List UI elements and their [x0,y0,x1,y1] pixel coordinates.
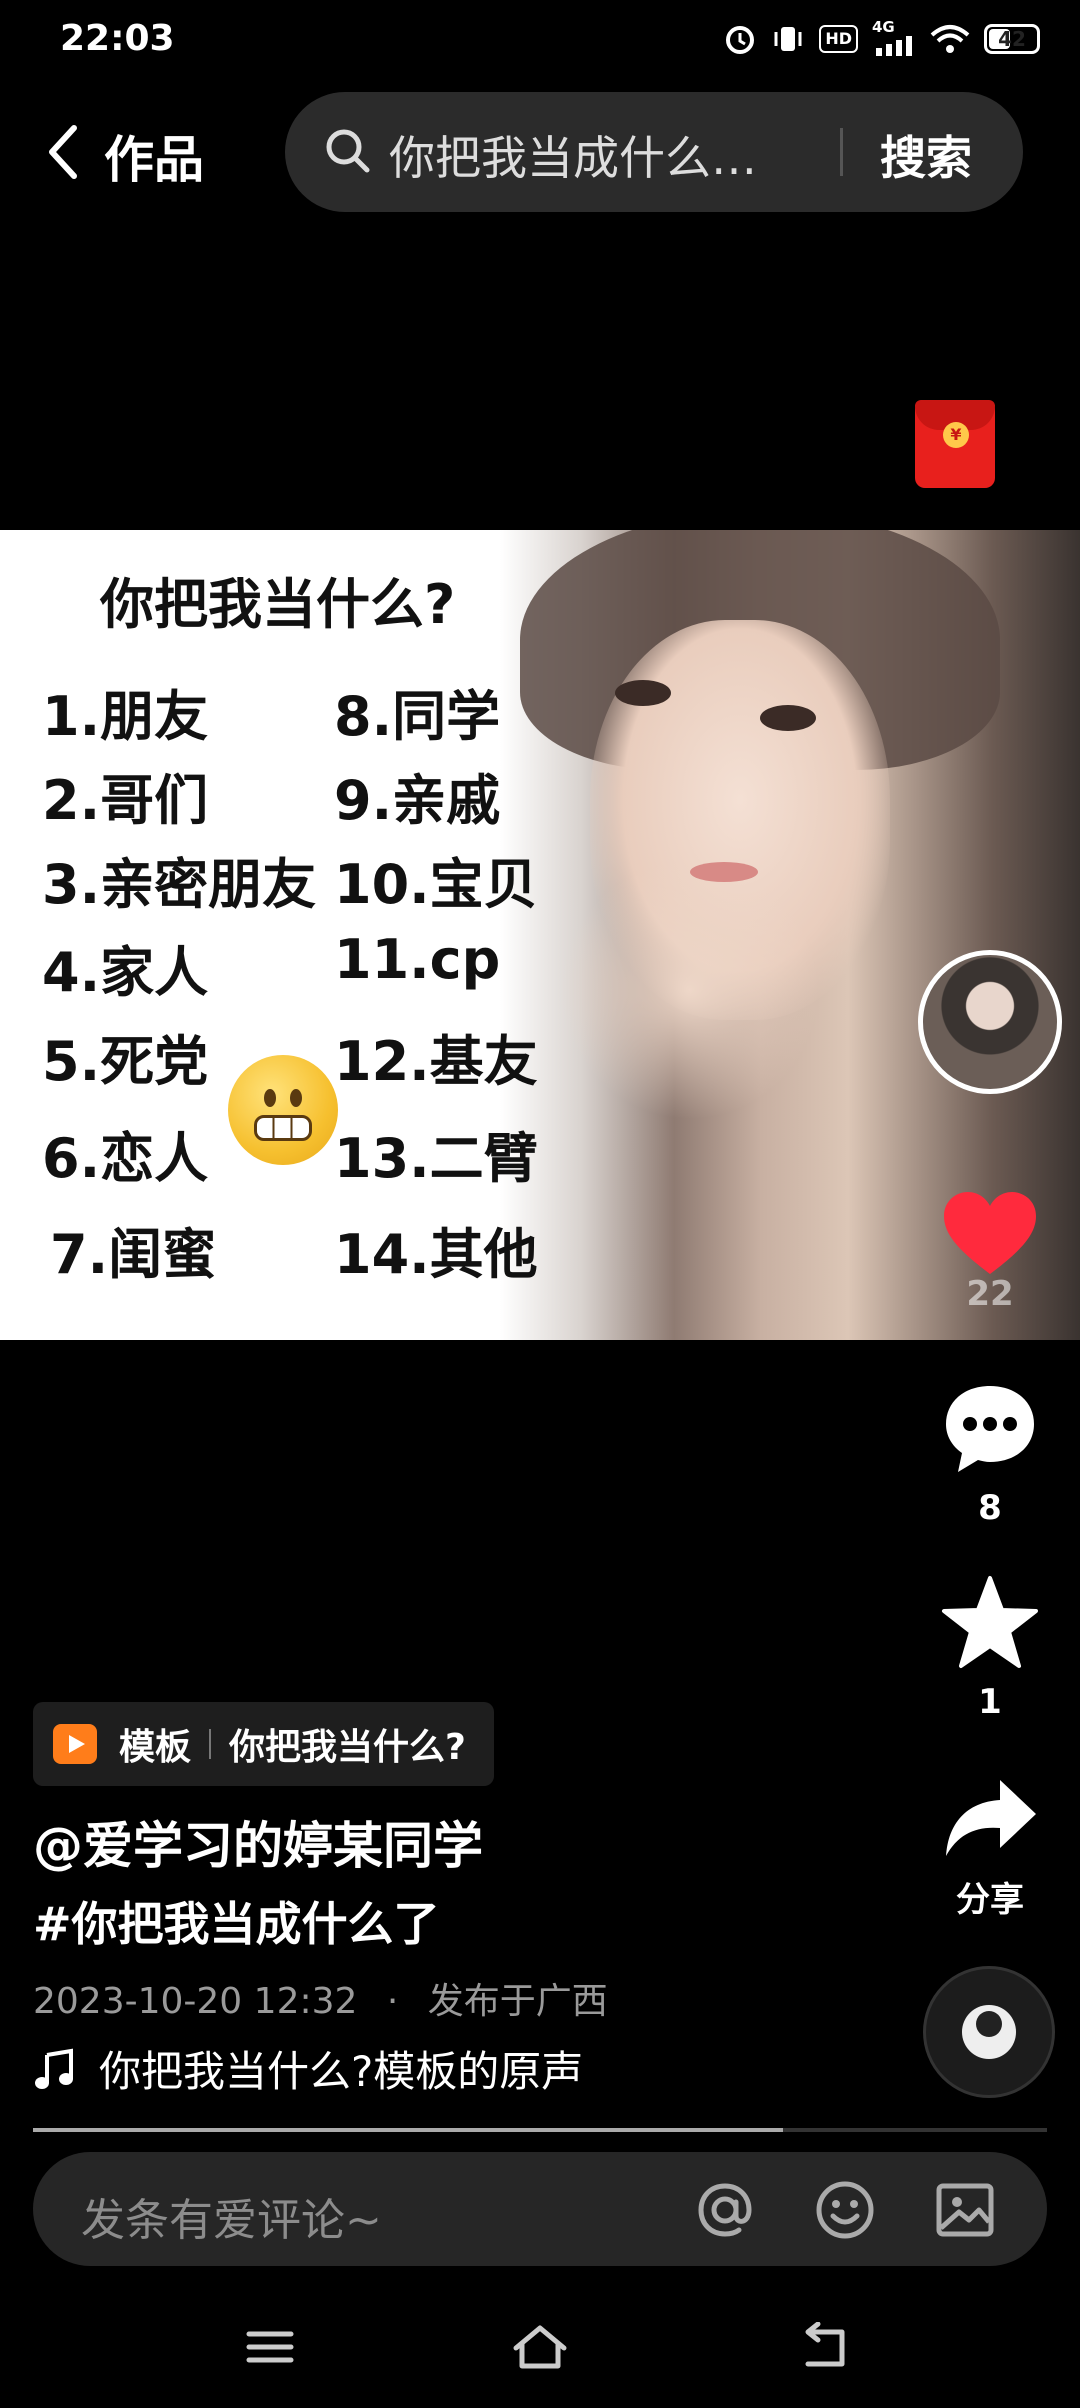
template-tag[interactable]: 模板 你把我当什么? [33,1702,494,1786]
heart-icon [944,1192,1036,1274]
video-player[interactable]: 你把我当什么? 1.朋友 2.哥们 3.亲密朋友 4.家人 5.死党 6.恋人 … [0,530,1080,1340]
search-icon [326,129,370,173]
favorite-count: 1 [978,1682,1002,1722]
status-time: 22:03 [60,18,175,59]
list-item: 3.亲密朋友 [42,853,317,916]
list-item: 7.闺蜜 [50,1223,217,1286]
list-item: 14.其他 [334,1223,538,1286]
photo-hand [560,860,820,1120]
playback-progress-fill [33,2128,784,2132]
status-icons: HD 4G 42 [723,18,1040,56]
comment-button[interactable]: 8 [920,1380,1060,1528]
page-title: 作品 [104,131,204,189]
comment-bar: 发条有爱评论~ [33,2152,1047,2266]
battery-icon: 42 [984,24,1040,54]
wifi-icon [930,25,970,53]
post-location: 发布于广西 [427,1981,608,2022]
playback-progress[interactable] [33,2128,1047,2132]
music-disc[interactable] [923,1966,1055,2098]
like-count: 22 [966,1274,1014,1314]
template-separator [209,1729,212,1759]
list-item: 12.基友 [334,1030,538,1093]
list-item: 11.cp [334,928,501,991]
system-nav-bar [0,2300,1080,2408]
search-bar[interactable]: 你把我当成什么… 搜索 [285,92,1023,212]
emoji-icon[interactable] [813,2178,877,2242]
meta-dot: · [386,1981,399,2022]
comment-bubble-icon [946,1386,1034,1472]
music-title: 你把我当什么?模板的原声 [99,2047,584,2096]
share-arrow-icon [946,1780,1036,1856]
header: 作品 你把我当成什么… 搜索 [0,92,1080,212]
red-packet-icon[interactable]: ¥ [915,400,995,488]
star-icon [942,1576,1038,1668]
list-item: 10.宝贝 [334,853,538,916]
author-avatar[interactable] [918,950,1062,1094]
list-item: 2.哥们 [42,769,209,832]
status-bar: 22:03 HD 4G 42 [0,0,1080,80]
favorite-button[interactable]: 1 [920,1574,1060,1722]
music-disc-cover [962,2005,1016,2059]
image-icon[interactable] [933,2178,997,2242]
hd-icon: HD [819,25,858,53]
list-item: 5.死党 [42,1030,209,1093]
network-type: 4G [872,18,895,36]
menu-icon[interactable] [245,2322,295,2372]
vibrate-icon [774,27,802,51]
hashtag[interactable]: #你把我当成什么了 [33,1888,440,1954]
photo-eye-right [760,705,816,731]
mention-icon[interactable] [693,2178,757,2242]
comment-input[interactable]: 发条有爱评论~ [81,2184,382,2248]
search-divider [840,128,843,176]
hd-badge-text: HD [825,29,852,48]
list-item: 4.家人 [42,941,209,1004]
comment-count: 8 [978,1488,1002,1528]
back-arrow-icon[interactable] [40,122,88,182]
video-overlay-title: 你把我当什么? [100,573,456,636]
list-item: 1.朋友 [42,685,209,748]
like-button[interactable]: 22 [920,1188,1060,1314]
music-note-icon [35,2048,73,2089]
post-date: 2023-10-20 12:32 [33,1981,358,2022]
signal-icon: 4G [872,18,916,56]
author-name[interactable]: @爱学习的婷某同学 [33,1806,483,1878]
music-info[interactable]: 你把我当什么?模板的原声 [33,2038,583,2099]
template-label: 模板 [119,1727,192,1768]
template-icon [53,1724,97,1764]
list-item: 8.同学 [334,685,501,748]
search-button[interactable]: 搜索 [880,122,972,188]
list-item: 13.二臂 [334,1127,538,1190]
battery-level: 42 [998,27,1026,51]
photo-lips [690,862,758,882]
alarm-icon [726,26,755,54]
search-input[interactable]: 你把我当成什么… [389,122,769,188]
home-icon[interactable] [510,2322,570,2372]
photo-eye-left [615,680,671,706]
share-label: 分享 [956,1880,1024,1920]
back-icon[interactable] [798,2322,852,2372]
grimacing-emoji-icon [228,1055,338,1165]
template-name: 你把我当什么? [229,1727,466,1768]
list-item: 9.亲戚 [334,769,501,832]
share-button[interactable]: 分享 [920,1776,1060,1921]
post-meta: 2023-10-20 12:32 · 发布于广西 [33,1972,608,2024]
list-item: 6.恋人 [42,1127,209,1190]
